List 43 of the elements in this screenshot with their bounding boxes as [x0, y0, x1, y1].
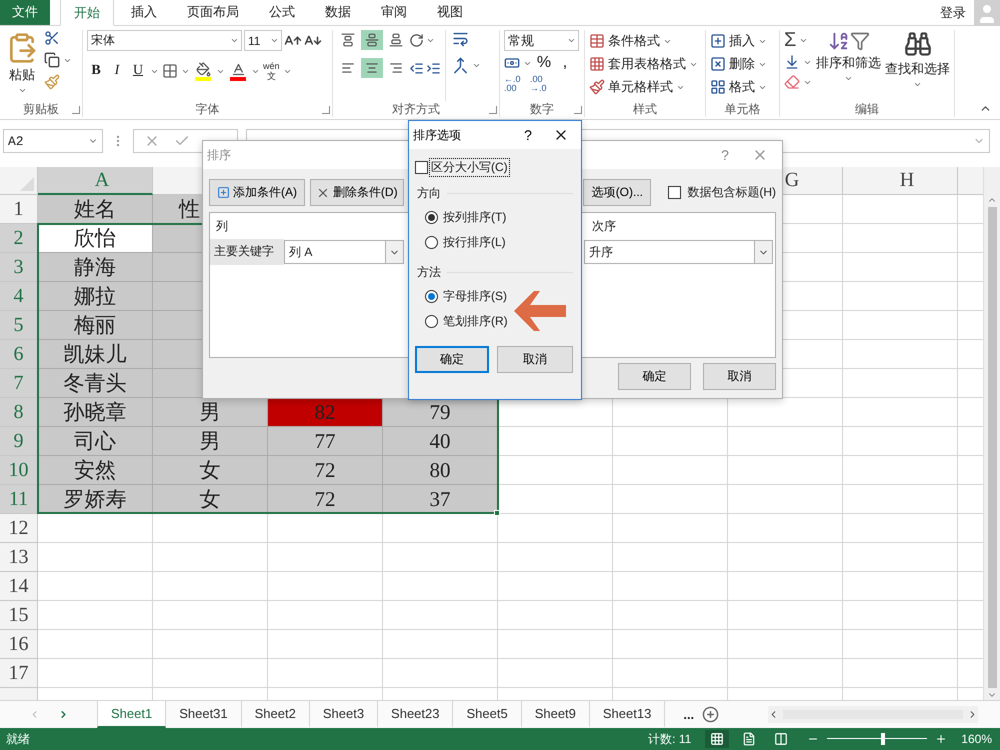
checkbox-label: 区分大小写(C)	[430, 159, 509, 176]
group-label: 字体	[196, 101, 220, 117]
group-label: 数字	[530, 101, 554, 117]
table-cell: 冬青头	[38, 369, 153, 398]
table-cell: 梅丽	[38, 311, 153, 340]
table-cell: 欣怡	[38, 224, 153, 253]
table-cell: 罗娇寿	[38, 485, 153, 514]
table-cell: 37	[383, 485, 498, 514]
table-cell: 女	[153, 456, 268, 485]
dialog-title: 排序	[207, 146, 232, 164]
table-cell: 男	[153, 398, 268, 427]
table-cell: 80	[383, 456, 498, 485]
column-heading: 次序	[591, 218, 616, 234]
dialog-title: 排序选项	[413, 126, 462, 144]
table-cell: 72	[268, 485, 383, 514]
table-cell: 司心	[38, 427, 153, 456]
group-label: 样式	[633, 101, 657, 117]
section-title: 方向	[417, 185, 441, 202]
table-cell: 安然	[38, 456, 153, 485]
group-label: 对齐方式	[392, 101, 440, 117]
table-cell: 79	[383, 398, 498, 427]
count-text: 计数: 11	[648, 730, 692, 748]
table-cell: 女	[153, 485, 268, 514]
table-cell: 男	[153, 427, 268, 456]
group-label: 剪贴板	[23, 101, 59, 117]
group-label: 单元格	[724, 101, 760, 117]
table-cell: 凯妹儿	[38, 340, 153, 369]
table-cell: 72	[268, 456, 383, 485]
radio-label: 笔划排序(R)	[443, 313, 508, 330]
radio-label: 按列排序(T)	[443, 209, 506, 226]
group-label: 编辑	[855, 101, 879, 117]
table-cell: 孙晓章	[38, 398, 153, 427]
section-title: 方法	[417, 264, 441, 281]
table-cell: 40	[383, 427, 498, 456]
level-label: 主要关键字	[210, 239, 284, 265]
status-text: 就绪	[6, 730, 30, 748]
table-cell: 姓名	[38, 195, 153, 224]
table-cell: 77	[268, 427, 383, 456]
radio-label: 按行排序(L)	[443, 234, 506, 251]
table-cell: 82	[268, 398, 383, 427]
table-cell: 娜拉	[38, 282, 153, 311]
table-cell: 静海	[38, 253, 153, 282]
radio-label: 字母排序(S)	[443, 288, 507, 305]
